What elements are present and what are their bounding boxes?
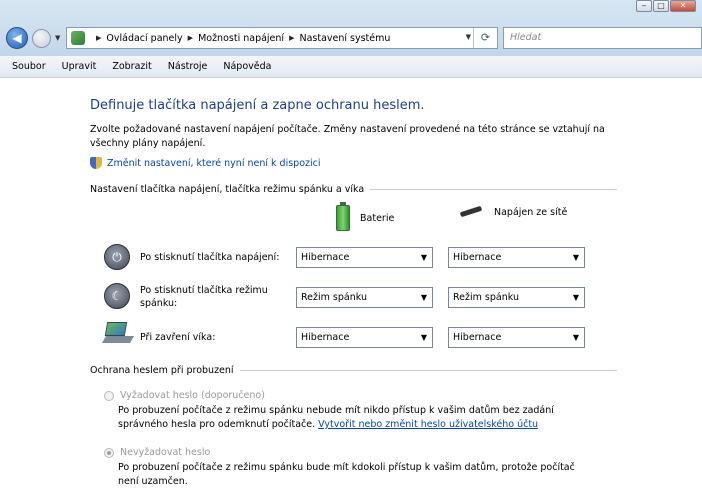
window-controls: ‒ □ ✕ [635,0,696,14]
power-button-label: Po stisknutí tlačítka napájení: [140,252,280,263]
breadcrumb-item-control-panel[interactable]: Ovládací panely [106,33,182,44]
require-password-description: Po probuzení počítače z režimu spánku ne… [118,404,598,432]
breadcrumb-item-power-options[interactable]: Možnosti napájení [198,33,284,44]
password-section-heading: Ochrana heslem při probuzení [90,365,617,376]
window-chrome: ‒ □ ✕ ◀ ▼ ▶ Ovládací panely ▶ Možnosti n… [0,0,702,56]
section-divider [239,370,617,371]
shield-icon [90,157,102,169]
power-plug-icon [460,205,482,219]
no-password-radio[interactable] [104,447,114,458]
breadcrumb-separator-icon[interactable]: ▶ [289,34,294,42]
lid-close-plugged-value: Hibernace [453,332,502,343]
menu-item-edit[interactable]: Upravit [54,61,105,72]
no-password-option[interactable]: Nevyžadovat heslo [104,447,210,458]
maximize-icon[interactable]: □ [653,0,669,12]
sleep-button-battery-value: Režim spánku [301,292,367,303]
lid-close-battery-value: Hibernace [301,332,350,343]
battery-column-label: Baterie [360,212,395,224]
lid-close-battery-select[interactable]: Hibernace ▼ [296,327,433,348]
change-settings-link[interactable]: Změnit nastavení, které nyní není k disp… [90,157,321,169]
search-input[interactable]: Hledat [503,27,702,49]
page-description: Zvolte požadované nastavení napájení poč… [90,124,605,149]
laptop-screen-shape [104,322,128,336]
menu-bar: Soubor Upravit Zobrazit Nástroje Nápověd… [0,56,702,78]
breadcrumb-separator-icon[interactable]: ▶ [96,34,101,42]
address-dropdown-icon[interactable]: ▼ [466,33,471,41]
no-password-label: Nevyžadovat heslo [120,447,211,458]
dropdown-arrow-icon: ▼ [572,293,579,302]
power-button-plugged-value: Hibernace [453,252,502,263]
sleep-button-label: Po stisknutí tlačítka režimu spánku: [140,285,268,309]
dropdown-arrow-icon: ▼ [420,293,427,302]
menu-item-file[interactable]: Soubor [4,61,54,72]
change-settings-link-label[interactable]: Změnit nastavení, které nyní není k disp… [107,158,321,169]
section-divider [370,189,617,190]
refresh-icon[interactable]: ⟳ [473,28,497,48]
battery-column-header: Baterie [336,202,395,231]
battery-icon [336,202,350,231]
lid-close-label: Při zavření víka: [140,332,216,343]
dropdown-arrow-icon: ▼ [420,253,427,262]
forward-button[interactable] [32,29,51,48]
dropdown-arrow-icon: ▼ [420,333,427,342]
menu-item-view[interactable]: Zobrazit [104,61,159,72]
menu-item-tools[interactable]: Nástroje [160,61,216,72]
recent-pages-dropdown-icon[interactable]: ▼ [55,34,60,42]
control-panel-icon [71,31,85,45]
password-section-title: Ochrana heslem při probuzení [90,365,234,376]
dropdown-arrow-icon: ▼ [572,333,579,342]
power-button-battery-select[interactable]: Hibernace ▼ [296,247,433,268]
content-area: Definuje tlačítka napájení a zapne ochra… [0,78,702,500]
laptop-base-shape [101,336,135,343]
power-button-plugged-select[interactable]: Hibernace ▼ [448,247,585,268]
close-icon[interactable]: ✕ [670,0,696,12]
dropdown-arrow-icon: ▼ [572,253,579,262]
minimize-icon[interactable]: ‒ [636,0,652,12]
no-password-description: Po probuzení počítače z režimu spánku bu… [118,462,575,487]
address-bar[interactable]: ▶ Ovládací panely ▶ Možnosti napájení ▶ … [66,27,498,49]
laptop-lid-icon [101,322,135,344]
power-button-battery-value: Hibernace [301,252,350,263]
require-password-label: Vyžadovat heslo (doporučeno) [120,390,265,401]
breadcrumb-item-system-settings[interactable]: Nastavení systému [299,33,390,44]
sleep-button-battery-select[interactable]: Režim spánku ▼ [296,287,433,308]
sleep-button-icon: ☾ [104,283,130,309]
breadcrumb: ▶ Ovládací panely ▶ Možnosti napájení ▶ … [91,33,390,44]
require-password-radio[interactable] [104,390,114,401]
require-password-option[interactable]: Vyžadovat heslo (doporučeno) [104,390,265,401]
power-button-icon: ⏻ [104,244,130,270]
breadcrumb-separator-icon[interactable]: ▶ [188,34,193,42]
plugged-column-header: Napájen ze sítě [460,205,567,219]
create-password-link[interactable]: Vytvořit nebo změnit heslo uživatelského… [318,419,538,430]
sleep-button-plugged-select[interactable]: Režim spánku ▼ [448,287,585,308]
back-button[interactable]: ◀ [6,27,28,49]
buttons-section-heading: Nastavení tlačítka napájení, tlačítka re… [90,184,617,195]
menu-item-help[interactable]: Nápověda [215,61,279,72]
plugged-column-label: Napájen ze sítě [494,206,568,218]
lid-close-plugged-select[interactable]: Hibernace ▼ [448,327,585,348]
sleep-button-plugged-value: Režim spánku [453,292,519,303]
page-title: Definuje tlačítka napájení a zapne ochra… [90,98,425,113]
buttons-section-title: Nastavení tlačítka napájení, tlačítka re… [90,184,365,195]
